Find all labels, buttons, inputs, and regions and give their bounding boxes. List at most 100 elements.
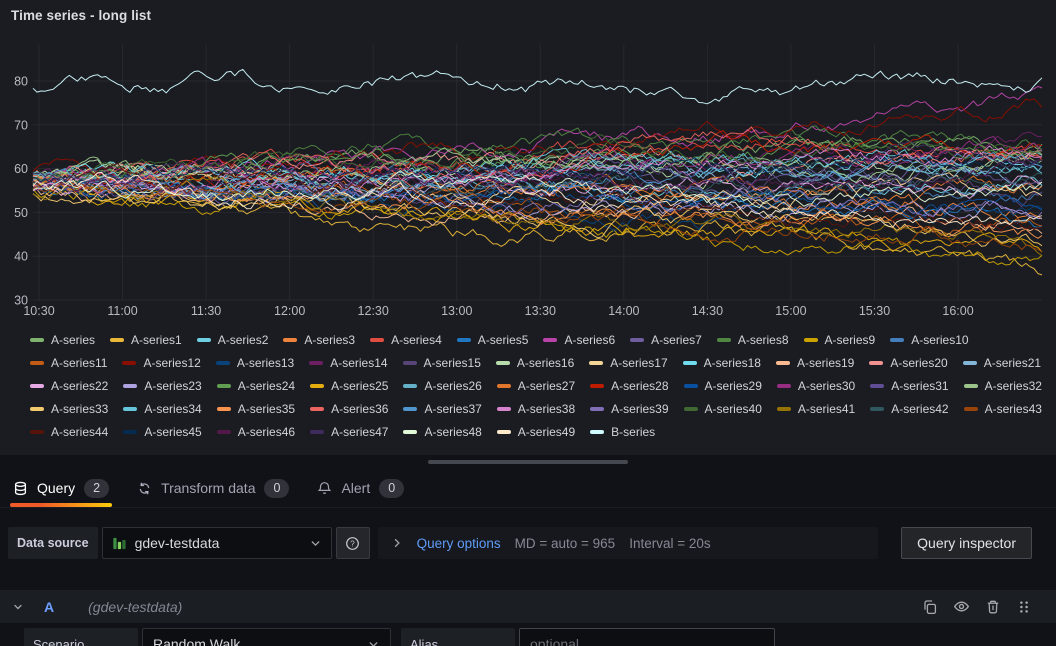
legend-item[interactable]: A-series1 xyxy=(110,331,182,349)
legend-item[interactable]: A-series37 xyxy=(403,400,481,418)
time-series-chart[interactable]: 30405060708010:3011:0011:3012:0012:3013:… xyxy=(0,28,1056,328)
legend-item[interactable]: A-series27 xyxy=(497,377,575,395)
legend-item[interactable]: A-series23 xyxy=(123,377,201,395)
y-tick-label: 70 xyxy=(14,118,28,132)
tab-query[interactable]: Query 2 xyxy=(8,469,114,507)
legend-item[interactable]: A-series6 xyxy=(543,331,615,349)
query-options-toggle[interactable]: Query options MD = auto = 965 Interval =… xyxy=(378,527,878,559)
legend-swatch xyxy=(457,338,471,342)
legend-item[interactable]: A-series35 xyxy=(217,400,295,418)
legend-label: A-series6 xyxy=(564,333,615,347)
hide-query-button[interactable] xyxy=(953,598,970,615)
process-icon xyxy=(137,481,152,496)
legend-item[interactable]: A-series20 xyxy=(869,354,947,372)
legend-label: A-series24 xyxy=(238,379,295,393)
legend-swatch xyxy=(30,430,44,434)
scenario-select[interactable]: Random Walk xyxy=(142,628,391,646)
alias-input[interactable] xyxy=(519,628,775,646)
legend-item[interactable]: A-series17 xyxy=(589,354,667,372)
tab-alert-count: 0 xyxy=(379,479,404,498)
legend-item[interactable]: A-series22 xyxy=(30,377,108,395)
legend-item[interactable]: A-series36 xyxy=(310,400,388,418)
legend-item[interactable]: A-series9 xyxy=(804,331,876,349)
tab-alert-label: Alert xyxy=(341,480,370,496)
legend-item[interactable]: A-series10 xyxy=(890,331,968,349)
datasource-picker[interactable]: gdev-testdata xyxy=(102,527,332,559)
query-inspector-label: Query inspector xyxy=(917,535,1016,551)
legend-item[interactable]: A-series3 xyxy=(283,331,355,349)
legend-label: A-series43 xyxy=(985,402,1042,416)
datasource-help-button[interactable]: ? xyxy=(336,527,370,559)
legend-item[interactable]: A-series43 xyxy=(964,400,1042,418)
legend-item[interactable]: A-series29 xyxy=(684,377,762,395)
legend-item[interactable]: A-series21 xyxy=(963,354,1041,372)
legend-item[interactable]: B-series xyxy=(590,423,655,441)
legend-item[interactable]: A-series4 xyxy=(370,331,442,349)
query-datasource-hint: (gdev-testdata) xyxy=(88,599,182,615)
x-tick-label: 13:30 xyxy=(525,304,556,318)
legend-label: A-series18 xyxy=(704,356,761,370)
legend-item[interactable]: A-series32 xyxy=(964,377,1042,395)
tab-alert[interactable]: Alert 0 xyxy=(312,469,409,507)
legend-item[interactable]: A-series16 xyxy=(496,354,574,372)
legend-swatch xyxy=(30,338,44,342)
legend-item[interactable]: A-series11 xyxy=(30,354,107,372)
legend-item[interactable]: A-series49 xyxy=(497,423,575,441)
legend-swatch xyxy=(497,384,511,388)
legend-item[interactable]: A-series31 xyxy=(870,377,948,395)
legend-item[interactable]: A-series13 xyxy=(216,354,294,372)
legend-swatch xyxy=(403,361,417,365)
legend-label: A-series36 xyxy=(331,402,388,416)
legend-swatch xyxy=(370,338,384,342)
x-tick-label: 11:30 xyxy=(191,304,221,318)
legend-item[interactable]: A-series39 xyxy=(590,400,668,418)
legend-item[interactable]: A-series12 xyxy=(122,354,200,372)
legend-item[interactable]: A-series18 xyxy=(683,354,761,372)
legend-item[interactable]: A-series40 xyxy=(684,400,762,418)
legend-swatch xyxy=(869,361,883,365)
legend-swatch xyxy=(590,407,604,411)
duplicate-query-button[interactable] xyxy=(922,599,938,615)
pane-splitter xyxy=(0,455,1056,469)
legend-item[interactable]: A-series28 xyxy=(590,377,668,395)
legend-item[interactable]: A-series24 xyxy=(217,377,295,395)
delete-query-button[interactable] xyxy=(985,599,1001,615)
legend-item[interactable]: A-series41 xyxy=(777,400,855,418)
query-inspector-button[interactable]: Query inspector xyxy=(901,527,1032,559)
legend-item[interactable]: A-series19 xyxy=(776,354,854,372)
collapse-caret-icon[interactable] xyxy=(12,601,24,613)
legend-item[interactable]: A-series46 xyxy=(217,423,295,441)
legend-item[interactable]: A-series45 xyxy=(123,423,201,441)
legend-swatch xyxy=(590,430,604,434)
legend-label: A-series25 xyxy=(331,379,388,393)
legend-item[interactable]: A-series7 xyxy=(630,331,702,349)
legend-swatch xyxy=(777,384,791,388)
alias-label: Alias xyxy=(401,628,515,646)
legend-label: A-series21 xyxy=(984,356,1041,370)
legend-item[interactable]: A-series33 xyxy=(30,400,108,418)
legend-item[interactable]: A-series47 xyxy=(310,423,388,441)
legend-item[interactable]: A-series34 xyxy=(123,400,201,418)
panel-title[interactable]: Time series - long list xyxy=(0,0,1056,23)
legend-label: A-series37 xyxy=(424,402,481,416)
legend-label: A-series13 xyxy=(237,356,294,370)
drag-query-handle[interactable] xyxy=(1016,599,1032,615)
tab-transform-data[interactable]: Transform data 0 xyxy=(132,469,294,507)
legend-item[interactable]: A-series15 xyxy=(403,354,481,372)
legend-label: A-series4 xyxy=(391,333,442,347)
legend-item[interactable]: A-series42 xyxy=(870,400,948,418)
legend-item[interactable]: A-series38 xyxy=(497,400,575,418)
splitter-drag-handle[interactable] xyxy=(428,460,628,464)
legend-item[interactable]: A-series14 xyxy=(309,354,387,372)
legend-swatch xyxy=(890,338,904,342)
legend-item[interactable]: A-series25 xyxy=(310,377,388,395)
legend-item[interactable]: A-series48 xyxy=(403,423,481,441)
legend-item[interactable]: A-series8 xyxy=(717,331,789,349)
legend-item[interactable]: A-series44 xyxy=(30,423,108,441)
legend-item[interactable]: A-series30 xyxy=(777,377,855,395)
legend-item[interactable]: A-series26 xyxy=(403,377,481,395)
legend-item[interactable]: A-series2 xyxy=(197,331,269,349)
legend-item[interactable]: A-series xyxy=(30,331,95,349)
legend-item[interactable]: A-series5 xyxy=(457,331,529,349)
x-tick-label: 15:00 xyxy=(775,304,806,318)
